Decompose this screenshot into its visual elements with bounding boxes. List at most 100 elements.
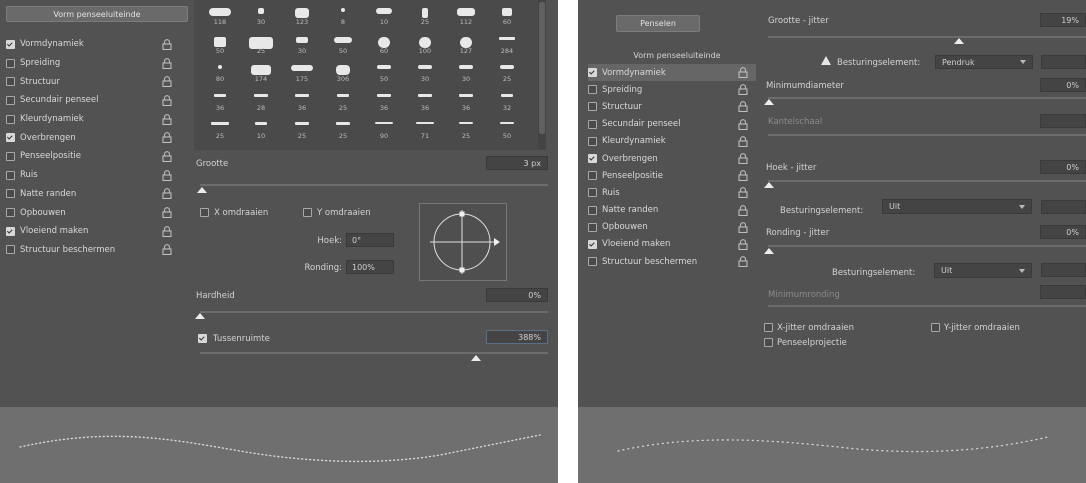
lock-icon[interactable]: [162, 151, 172, 163]
control-amount-field-1[interactable]: [1041, 55, 1086, 69]
lock-icon[interactable]: [738, 118, 748, 130]
brush-preset[interactable]: 30: [448, 61, 484, 83]
option-natte-randen[interactable]: Natte randen: [588, 202, 756, 219]
vloeiend-maken-checkbox[interactable]: [6, 226, 15, 236]
brush-preset[interactable]: 71: [407, 118, 443, 140]
brush-preset[interactable]: 10: [366, 4, 402, 26]
secundair-penseel-checkbox[interactable]: [6, 95, 15, 105]
opbouwen-checkbox[interactable]: [6, 208, 15, 218]
spreiding-checkbox[interactable]: [6, 58, 15, 68]
size-slider-track[interactable]: [200, 184, 548, 186]
brush-angle-dial[interactable]: [420, 204, 506, 280]
lock-icon[interactable]: [162, 244, 172, 256]
brush-preset[interactable]: 32: [489, 90, 525, 112]
spacing-slider-track[interactable]: [200, 352, 548, 354]
opbouwen-checkbox[interactable]: [588, 222, 597, 232]
lock-icon[interactable]: [162, 39, 172, 50]
lock-icon[interactable]: [738, 187, 748, 199]
penseelpositie-checkbox[interactable]: [6, 151, 15, 161]
option-structuur-beschermen[interactable]: Structuur beschermen: [6, 241, 188, 260]
lock-icon[interactable]: [738, 67, 748, 79]
brush-preset[interactable]: 50: [325, 33, 361, 55]
brush-preset[interactable]: 90: [366, 118, 402, 140]
roundness-jitter-knob[interactable]: [764, 248, 774, 254]
brush-preset[interactable]: 30: [243, 4, 279, 26]
preset-grid-scrollbar[interactable]: [538, 0, 546, 150]
brush-preset[interactable]: 36: [284, 90, 320, 112]
hardness-field[interactable]: 0%: [486, 288, 548, 302]
option-ruis[interactable]: Ruis: [6, 166, 188, 185]
secundair-penseel-checkbox[interactable]: [588, 119, 597, 129]
min-diameter-track[interactable]: [768, 97, 1086, 99]
kleurdynamiek-checkbox[interactable]: [588, 136, 597, 146]
control-amount-field-2[interactable]: [1041, 200, 1086, 214]
option-ruis[interactable]: Ruis: [588, 184, 756, 201]
lock-icon[interactable]: [162, 169, 172, 181]
structuur-beschermen-checkbox[interactable]: [588, 257, 597, 267]
angle-jitter-knob[interactable]: [764, 182, 774, 188]
angle-field[interactable]: 0°: [346, 233, 394, 247]
lock-icon[interactable]: [738, 136, 748, 147]
size-field[interactable]: 3 px: [486, 156, 548, 170]
brush-preset[interactable]: 10: [243, 118, 279, 140]
spacing-field[interactable]: 388%: [486, 330, 548, 344]
brush-preset[interactable]: 25: [284, 118, 320, 140]
brush-preset[interactable]: 80: [202, 61, 238, 83]
option-structuur[interactable]: Structuur: [6, 72, 188, 91]
option-penseelpositie[interactable]: Penseelpositie: [588, 167, 756, 184]
brush-preset[interactable]: 30: [284, 33, 320, 55]
spacing-checkbox[interactable]: [198, 334, 207, 343]
lock-icon[interactable]: [738, 101, 748, 113]
size-slider-knob[interactable]: [197, 187, 207, 193]
option-spreiding[interactable]: Spreiding: [6, 54, 188, 73]
angle-jitter-field[interactable]: 0%: [1040, 160, 1086, 174]
lock-icon[interactable]: [162, 57, 172, 69]
brush-preset[interactable]: 306: [325, 61, 361, 83]
option-structuur-beschermen[interactable]: Structuur beschermen: [588, 253, 756, 270]
option-structuur[interactable]: Structuur: [588, 98, 756, 115]
option-kleurdynamiek[interactable]: Kleurdynamiek: [588, 133, 756, 150]
brush-preset[interactable]: 50: [489, 118, 525, 140]
roundness-jitter-field[interactable]: 0%: [1040, 225, 1086, 239]
lock-icon[interactable]: [738, 84, 748, 96]
natte-randen-checkbox[interactable]: [588, 205, 597, 215]
brush-preset[interactable]: 127: [448, 33, 484, 55]
structuur-beschermen-checkbox[interactable]: [6, 245, 15, 255]
overbrengen-checkbox[interactable]: [6, 133, 15, 143]
brush-preset[interactable]: 60: [489, 4, 525, 26]
scrollbar-thumb[interactable]: [539, 2, 545, 134]
brush-preset[interactable]: 50: [202, 33, 238, 55]
flip-x-checkbox[interactable]: [200, 208, 209, 217]
roundness-jitter-track[interactable]: [768, 245, 1086, 247]
tilt-scale-field[interactable]: [1040, 114, 1086, 128]
lock-icon[interactable]: [162, 225, 172, 237]
size-jitter-field[interactable]: 19%: [1040, 13, 1086, 27]
lock-icon[interactable]: [162, 207, 172, 219]
brush-preset[interactable]: 112: [448, 4, 484, 26]
brush-preset[interactable]: 28: [243, 90, 279, 112]
lock-icon[interactable]: [162, 132, 172, 144]
option-vormdynamiek[interactable]: Vormdynamiek: [6, 35, 188, 54]
min-roundness-field[interactable]: [1040, 285, 1086, 299]
option-overbrengen[interactable]: Overbrengen: [6, 128, 188, 147]
brush-preset[interactable]: 123: [284, 4, 320, 26]
brush-preset[interactable]: 25: [489, 61, 525, 83]
brushes-tab[interactable]: Penselen: [616, 15, 700, 32]
vormdynamiek-checkbox[interactable]: [6, 39, 15, 49]
hardness-slider-track[interactable]: [200, 311, 548, 313]
lock-icon[interactable]: [738, 239, 748, 251]
lock-icon[interactable]: [738, 153, 748, 165]
structuur-checkbox[interactable]: [6, 77, 15, 87]
brush-preset[interactable]: 25: [448, 118, 484, 140]
brush-preset[interactable]: 8: [325, 4, 361, 26]
brush-preset[interactable]: 36: [407, 90, 443, 112]
angle-jitter-track[interactable]: [768, 180, 1086, 182]
brush-preset[interactable]: 60: [366, 33, 402, 55]
brush-preset[interactable]: 284: [489, 33, 525, 55]
vormdynamiek-checkbox[interactable]: [588, 68, 597, 78]
min-roundness-track[interactable]: [768, 305, 1086, 307]
flip-y-jitter-checkbox[interactable]: [931, 323, 940, 332]
min-diameter-field[interactable]: 0%: [1040, 78, 1086, 92]
brush-preset[interactable]: 100: [407, 33, 443, 55]
option-opbouwen[interactable]: Opbouwen: [588, 219, 756, 236]
